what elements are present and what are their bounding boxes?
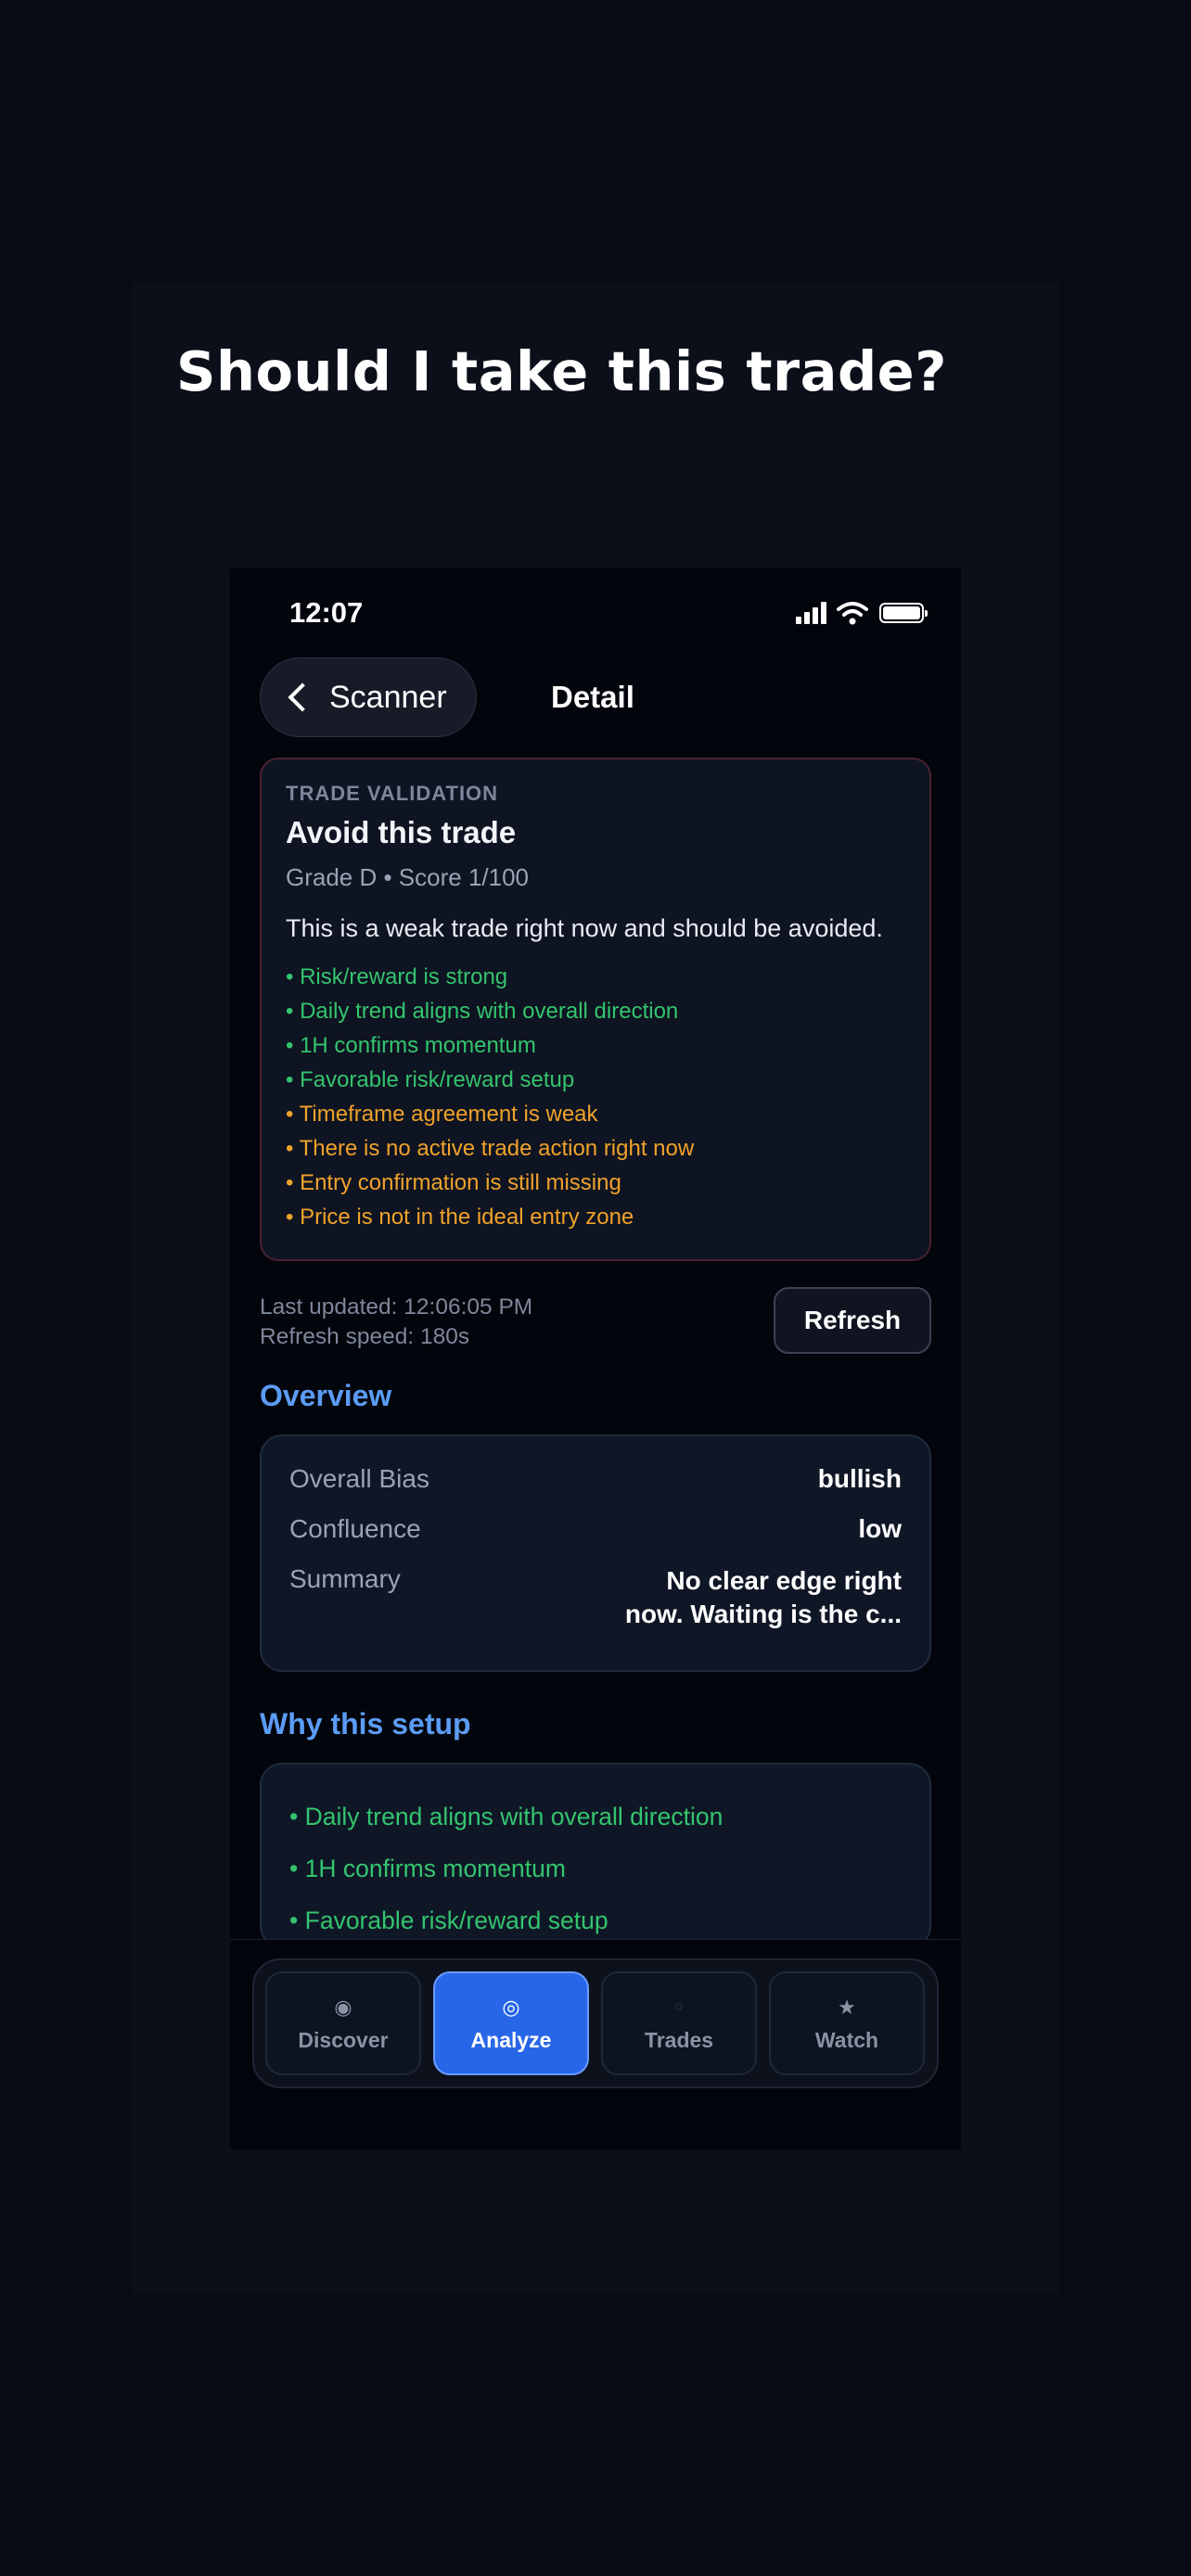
validation-point-warn: Timeframe agreement is weak xyxy=(286,1097,905,1131)
validation-verdict: Avoid this trade xyxy=(286,815,517,849)
tab-discover[interactable]: ◉ Discover xyxy=(265,1971,421,2075)
tab-bar-area: ◉ Discover ◎ Analyze ○ Trades ★ Watch xyxy=(230,1939,961,2149)
tab-label: Discover xyxy=(298,2027,389,2052)
chevron-left-icon xyxy=(288,682,317,712)
validation-point-warn: There is no active trade action right no… xyxy=(286,1131,905,1166)
overview-heading: Overview xyxy=(260,1379,392,1412)
overview-key: Confluence xyxy=(289,1514,421,1543)
update-info: Last updated: 12:06:05 PM Refresh speed:… xyxy=(260,1293,532,1352)
analyze-icon: ◎ xyxy=(502,1995,520,2019)
battery-icon xyxy=(879,603,928,623)
validation-grade: Grade D • Score 1/100 xyxy=(286,863,530,891)
overview-value: No clear edge right now. Waiting is the … xyxy=(624,1566,902,1628)
last-updated-text: Last updated: 12:06:05 PM xyxy=(260,1294,533,1320)
validation-point-warn: Entry confirmation is still missing xyxy=(286,1166,905,1200)
tab-trades[interactable]: ○ Trades xyxy=(601,1971,757,2075)
headline: Should I take this trade? xyxy=(176,339,947,403)
tab-label: Analyze xyxy=(470,2027,552,2052)
trades-icon: ○ xyxy=(674,1998,684,2015)
trade-validation-card: TRADE VALIDATION Avoid this trade Grade … xyxy=(260,758,931,1261)
back-button[interactable]: Scanner xyxy=(260,657,477,737)
page-title: Detail xyxy=(551,680,634,714)
validation-points: Risk/reward is strongDaily trend aligns … xyxy=(286,960,905,1234)
overview-row-summary: Summary No clear edge right now. Waiting… xyxy=(289,1564,902,1631)
refresh-button[interactable]: Refresh xyxy=(774,1287,931,1354)
validation-eyebrow: TRADE VALIDATION xyxy=(286,782,499,805)
validation-point-good: Daily trend aligns with overall directio… xyxy=(286,994,905,1028)
overview-row-confluence: Confluence low xyxy=(289,1514,902,1544)
cellular-signal-icon xyxy=(796,602,829,624)
validation-point-good: Favorable risk/reward setup xyxy=(286,1063,905,1097)
validation-point-good: 1H confirms momentum xyxy=(286,1028,905,1063)
tab-watch[interactable]: ★ Watch xyxy=(769,1971,925,2075)
wifi-icon xyxy=(837,602,868,625)
tab-label: Trades xyxy=(644,2027,714,2052)
overview-value: bullish xyxy=(817,1464,902,1493)
tab-analyze[interactable]: ◎ Analyze xyxy=(433,1971,589,2075)
phone-screen: 12:07 Scanner Detail TRADE VALIDATION Av… xyxy=(230,568,961,2149)
tab-label: Watch xyxy=(814,2027,879,2052)
discover-icon: ◉ xyxy=(334,1995,352,2019)
refresh-speed-text: Refresh speed: 180s xyxy=(260,1324,470,1349)
overview-value: low xyxy=(858,1514,902,1543)
why-heading: Why this setup xyxy=(260,1707,471,1741)
status-time: 12:07 xyxy=(289,596,364,629)
overview-key: Overall Bias xyxy=(289,1464,429,1493)
overview-key: Summary xyxy=(289,1564,401,1593)
overview-card: Overall Bias bullish Confluence low Summ… xyxy=(260,1435,931,1672)
validation-point-good: Risk/reward is strong xyxy=(286,960,905,994)
why-item: Daily trend aligns with overall directio… xyxy=(289,1791,902,1843)
why-setup-card: Daily trend aligns with overall directio… xyxy=(260,1763,931,1948)
why-item: 1H confirms momentum xyxy=(289,1843,902,1894)
overview-row-bias: Overall Bias bullish xyxy=(289,1464,902,1494)
why-list: Daily trend aligns with overall directio… xyxy=(289,1791,902,1946)
watch-star-icon: ★ xyxy=(838,1995,856,2019)
tab-bar: ◉ Discover ◎ Analyze ○ Trades ★ Watch xyxy=(252,1958,939,2088)
validation-description: This is a weak trade right now and shoul… xyxy=(286,914,883,942)
validation-point-warn: Price is not in the ideal entry zone xyxy=(286,1200,905,1234)
back-button-label: Scanner xyxy=(329,679,447,715)
